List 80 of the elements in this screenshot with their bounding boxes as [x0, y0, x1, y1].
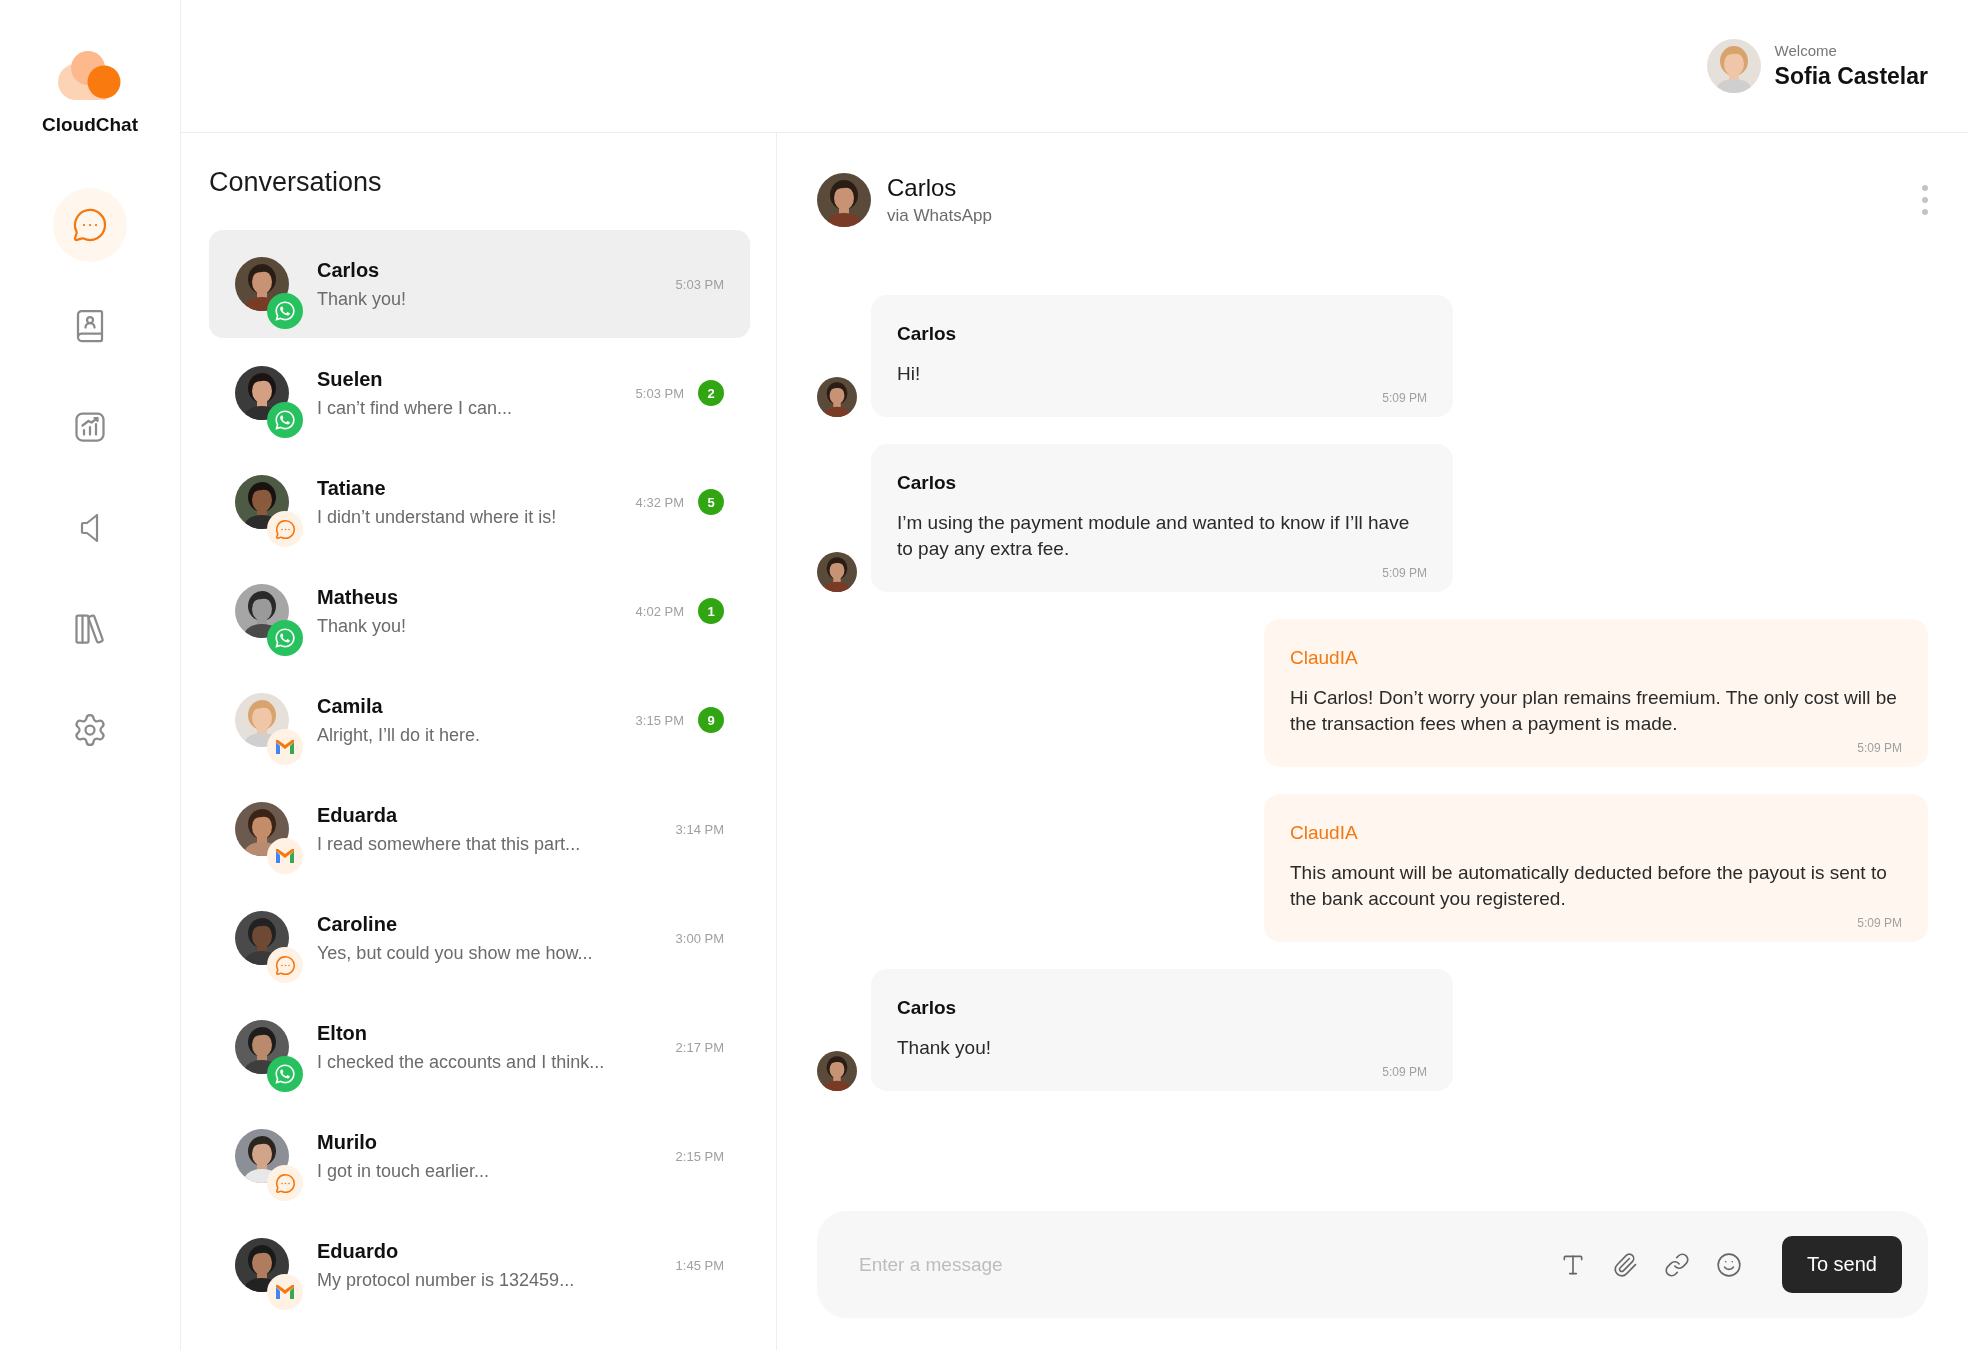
whatsapp-icon: [274, 1063, 296, 1085]
message-preview: Alright, I’ll do it here.: [317, 724, 482, 746]
message-time: 5:03 PM: [635, 385, 684, 401]
contact-name: Camila: [317, 694, 384, 718]
contact-name: Matheus: [317, 585, 400, 609]
message-text: Hi!: [897, 362, 922, 386]
user-name: Sofia Castelar: [1774, 63, 1928, 90]
sender-name: Carlos: [897, 323, 958, 345]
brand-name: CloudChat: [41, 114, 138, 136]
more-icon: [1922, 185, 1928, 215]
message-time: 5:09 PM: [1382, 1065, 1427, 1079]
conversation-item[interactable]: Carlos Thank you! 5:03 PM: [209, 230, 750, 338]
emoji-icon: [1715, 1251, 1742, 1278]
speaker-icon: [80, 513, 100, 543]
message-time: 4:32 PM: [635, 494, 684, 510]
chat-icon: [72, 207, 108, 243]
message-preview: Thank you!: [317, 615, 408, 637]
link-button[interactable]: [1663, 1251, 1690, 1278]
chat-icon: [274, 518, 296, 540]
message-preview: Thank you!: [317, 288, 408, 310]
message-time: 1:45 PM: [675, 1257, 724, 1273]
message-text: This amount will be automatically deducted before the payout is sent to the bank account you registered.: [1290, 861, 1888, 911]
mail-icon: [275, 1284, 295, 1300]
contact-name: Carlos: [887, 174, 958, 202]
message-preview: Yes, but could you show me how...: [317, 942, 594, 964]
unread-count: 9: [698, 707, 724, 733]
message-time: 2:15 PM: [675, 1148, 724, 1164]
contact-name: Suelen: [317, 367, 384, 391]
sender-name: Carlos: [897, 997, 958, 1019]
message-preview: My protocol number is 132459...: [317, 1269, 576, 1291]
message-text: I’m using the payment module and wanted to know if I’ll have to pay any extra fee.: [897, 511, 1411, 561]
sender-name: ClaudIA: [1290, 647, 1359, 669]
message-time: 2:17 PM: [675, 1039, 724, 1055]
message-input[interactable]: Enter a message: [857, 1252, 1534, 1277]
chat-icon: [274, 1172, 296, 1194]
unread-count: 1: [698, 598, 724, 624]
paperclip-icon: [1611, 1251, 1638, 1278]
chat-icon: [274, 954, 296, 976]
message-time: 5:09 PM: [1857, 741, 1902, 755]
contact-name: Elton: [317, 1021, 368, 1045]
sender-name: ClaudIA: [1290, 822, 1359, 844]
whatsapp-icon: [274, 409, 296, 431]
contact-name: Murilo: [317, 1130, 378, 1154]
message-time: 4:02 PM: [635, 603, 684, 619]
message-text: Hi Carlos! Don’t worry your plan remains freemium. The only cost will be the transaction fees when a payment is made.: [1290, 686, 1898, 736]
unread-count: 5: [698, 489, 724, 515]
whatsapp-icon: [274, 300, 296, 322]
message-time: 3:14 PM: [675, 821, 724, 837]
message-time: 3:00 PM: [675, 930, 724, 946]
message-text: Thank you!: [897, 1036, 992, 1060]
message-time: 3:15 PM: [635, 712, 684, 728]
contact-name: Eduarda: [317, 803, 399, 827]
mail-icon: [275, 848, 295, 864]
message-preview: I checked the accounts and I think...: [317, 1051, 606, 1073]
message-preview: I got in touch earlier...: [317, 1160, 491, 1182]
message-time: 5:03 PM: [675, 276, 724, 292]
panel-title: Conversations: [209, 167, 383, 198]
unread-count: 2: [698, 380, 724, 406]
message-preview: I didn’t understand where it is!: [317, 506, 558, 528]
message-time: 5:09 PM: [1382, 391, 1427, 405]
chart-icon: [72, 409, 108, 445]
sender-name: Carlos: [897, 472, 958, 494]
channel-label: via WhatsApp: [887, 206, 993, 226]
send-button[interactable]: To send: [1781, 1236, 1902, 1293]
message-preview: I read somewhere that this part...: [317, 833, 582, 855]
message-time: 5:09 PM: [1857, 916, 1902, 930]
whatsapp-icon: [274, 627, 296, 649]
contact-name: Tatiane: [317, 476, 387, 500]
emoji-button[interactable]: [1715, 1251, 1742, 1278]
contact-name: Carlos: [317, 258, 381, 282]
more-button[interactable]: [1922, 185, 1928, 215]
message-time: 5:09 PM: [1382, 566, 1427, 580]
welcome-label: Welcome: [1774, 42, 1838, 59]
contact-name: Caroline: [317, 912, 399, 936]
mail-icon: [275, 739, 295, 755]
contact-name: Eduardo: [317, 1239, 400, 1263]
settings-icon: [72, 712, 108, 748]
message-preview: I can’t find where I can...: [317, 397, 514, 419]
link-icon: [1663, 1251, 1690, 1278]
attach-button[interactable]: [1611, 1251, 1638, 1278]
